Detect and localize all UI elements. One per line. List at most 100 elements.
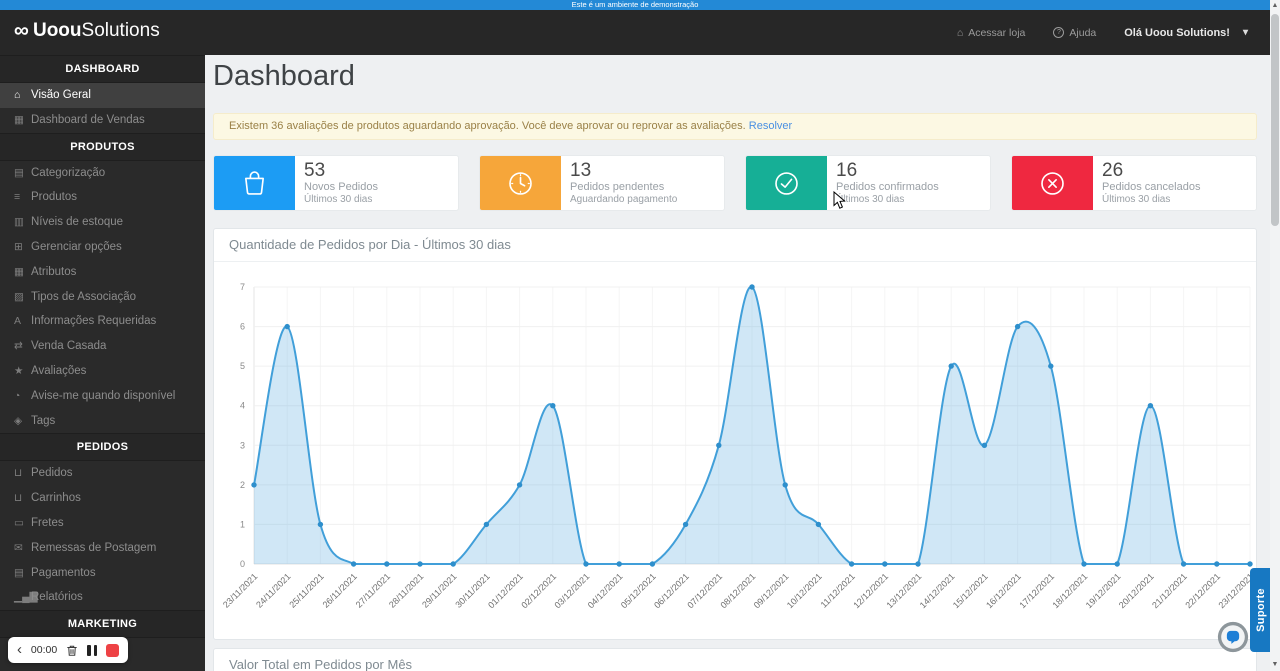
svg-text:23/11/2021: 23/11/2021 <box>221 571 259 609</box>
orders-by-day-title: Quantidade de Pedidos por Dia - Últimos … <box>214 229 1256 262</box>
sidebar-section-produtos: PRODUTOS <box>0 133 205 161</box>
cart-icon: ⊔ <box>14 461 31 486</box>
clock-icon: ◔ <box>14 384 31 409</box>
stat-card-pedidos-pendentes[interactable]: 13Pedidos pendentesAguardando pagamento <box>479 155 725 211</box>
star-icon: ★ <box>14 359 31 384</box>
total-by-month-panel: Valor Total em Pedidos por Mês <box>213 648 1257 671</box>
card-label: Novos Pedidos <box>304 181 378 194</box>
stat-card-novos-pedidos[interactable]: 53Novos PedidosÚltimos 30 dias <box>213 155 459 211</box>
sidebar-item-n-veis-de-estoque[interactable]: ▥Níveis de estoque <box>0 210 205 235</box>
nav-help[interactable]: ? Ajuda <box>1053 27 1096 39</box>
svg-text:4: 4 <box>240 401 245 411</box>
sidebar-item-dashboard-de-vendas[interactable]: ▦Dashboard de Vendas <box>0 108 205 133</box>
sidebar-item-informa-es-requeridas[interactable]: AInformações Requeridas <box>0 309 205 334</box>
total-by-month-title: Valor Total em Pedidos por Mês <box>214 649 1256 671</box>
scroll-up-arrow-icon[interactable]: ▲ <box>1270 1 1280 11</box>
stat-cards-row: 53Novos PedidosÚltimos 30 dias13Pedidos … <box>213 155 1257 211</box>
home-icon: ⌂ <box>957 27 963 39</box>
svg-text:28/11/2021: 28/11/2021 <box>387 571 425 609</box>
shuffle-icon: ⇄ <box>14 334 31 359</box>
chat-widget-button[interactable] <box>1216 620 1250 654</box>
sidebar-item-avalia-es[interactable]: ★Avaliações <box>0 359 205 384</box>
nav-store[interactable]: ⌂Acessar loja <box>957 27 1026 39</box>
sidebar-section-dashboard: DASHBOARD <box>0 55 205 83</box>
nav-user[interactable]: Olá Uoou Solutions! ▾ <box>1124 27 1248 39</box>
sidebar-item-remessas-de-postagem[interactable]: ✉Remessas de Postagem <box>0 536 205 561</box>
chain-link-icon: ∞ <box>14 19 29 42</box>
stop-recording-button[interactable] <box>106 644 119 657</box>
font-icon: A <box>14 309 31 334</box>
brand-logo[interactable]: ∞UoouSolutions <box>14 19 160 43</box>
sidebar-item-fretes[interactable]: ▭Fretes <box>0 511 205 536</box>
resolve-link[interactable]: Resolver <box>749 120 792 132</box>
sidebar-item-carrinhos[interactable]: ⊔Carrinhos <box>0 486 205 511</box>
check-circle-icon <box>746 156 827 210</box>
svg-text:26/11/2021: 26/11/2021 <box>321 571 359 609</box>
recording-time: 00:00 <box>31 644 57 656</box>
orders-by-day-panel: Quantidade de Pedidos por Dia - Últimos … <box>213 228 1257 640</box>
trash-icon <box>66 644 78 657</box>
page-scrollbar[interactable]: ▲ ▼ <box>1270 0 1280 671</box>
alert-text: Existem 36 avaliações de produtos aguard… <box>229 120 746 132</box>
sidebar-item-produtos[interactable]: ≡Produtos <box>0 185 205 210</box>
envelope-icon: ✉ <box>14 536 31 561</box>
demo-banner: Este é um ambiente de demonstração <box>0 0 1270 10</box>
svg-text:7: 7 <box>240 282 245 292</box>
svg-text:0: 0 <box>240 559 245 569</box>
svg-text:2: 2 <box>240 480 245 490</box>
truck-icon: ▭ <box>14 511 31 536</box>
card-value: 53 <box>304 161 378 181</box>
sidebar-section-marketing: MARKETING <box>0 610 205 638</box>
card-sublabel: Últimos 30 dias <box>1102 194 1200 206</box>
delete-recording-button[interactable] <box>66 644 78 657</box>
card-value: 26 <box>1102 161 1200 181</box>
scrollbar-thumb[interactable] <box>1271 14 1279 226</box>
card-value: 13 <box>570 161 677 181</box>
svg-text:1: 1 <box>240 519 245 529</box>
sidebar-item-atributos[interactable]: ▦Atributos <box>0 260 205 285</box>
collapse-recorder-button[interactable]: ‹ <box>17 639 22 661</box>
svg-text:27/11/2021: 27/11/2021 <box>354 571 392 609</box>
orders-by-day-chart: 0123456723/11/202124/11/202125/11/202126… <box>214 264 1258 640</box>
top-bar: ∞UoouSolutions ⌂Acessar loja? Ajuda Olá Uo… <box>0 10 1270 55</box>
sidebar-item-avise-me-quando-dispon-vel[interactable]: ◔Avise-me quando disponível <box>0 384 205 409</box>
main-content: Dashboard Existem 36 avaliações de produ… <box>205 55 1270 671</box>
svg-text:29/11/2021: 29/11/2021 <box>420 571 458 609</box>
shopping-bag-icon <box>214 156 295 210</box>
stat-card-pedidos-confirmados[interactable]: 16Pedidos confirmadosÚltimos 30 dias <box>745 155 991 211</box>
nav-help-label: Ajuda <box>1069 27 1096 39</box>
sidebar-item-vis-o-geral[interactable]: ⌂Visão Geral <box>0 83 205 108</box>
sidebar-item-tipos-de-associa-o[interactable]: ▨Tipos de Associação <box>0 285 205 310</box>
sidebar-item-relat-rios[interactable]: ▁▄▇Relatórios <box>0 585 205 610</box>
card-label: Pedidos confirmados <box>836 181 939 194</box>
sidebar-item-venda-casada[interactable]: ⇄Venda Casada <box>0 334 205 359</box>
caret-down-icon[interactable]: ▾ <box>1243 27 1248 38</box>
scroll-down-arrow-icon[interactable]: ▼ <box>1270 660 1280 670</box>
svg-text:6: 6 <box>240 322 245 332</box>
bar-chart-icon: ▁▄▇ <box>14 585 31 610</box>
sidebar-item-gerenciar-op-es[interactable]: ⊞Gerenciar opções <box>0 235 205 260</box>
sidebar-item-pagamentos[interactable]: ▤Pagamentos <box>0 561 205 586</box>
credit-card-icon: ▤ <box>14 561 31 586</box>
sidebar-item-pedidos[interactable]: ⊔Pedidos <box>0 461 205 486</box>
brand-light: Solutions <box>82 20 160 41</box>
dashboard-icon: ▦ <box>14 108 31 133</box>
support-tab-label: Suporte <box>1255 588 1267 632</box>
top-nav: ⌂Acessar loja? Ajuda Olá Uoou Solutions! ▾ <box>957 10 1248 55</box>
app-window: Este é um ambiente de demonstração ∞Uoou… <box>0 0 1280 671</box>
card-sublabel: Últimos 30 dias <box>836 194 939 206</box>
stat-card-pedidos-cancelados[interactable]: 26Pedidos canceladosÚltimos 30 dias <box>1011 155 1257 211</box>
svg-text:24/11/2021: 24/11/2021 <box>254 571 292 609</box>
pause-recording-button[interactable] <box>87 645 97 656</box>
nav-user-label: Olá Uoou Solutions! <box>1124 27 1230 39</box>
card-value: 16 <box>836 161 939 181</box>
sidebar-section-pedidos: PEDIDOS <box>0 433 205 461</box>
help-icon: ? <box>1053 27 1064 38</box>
sidebar-item-categoriza-o[interactable]: ▤Categorização <box>0 161 205 186</box>
image-icon: ▨ <box>14 285 31 310</box>
stop-icon <box>106 644 119 657</box>
grid-icon: ⊞ <box>14 235 31 260</box>
tag-icon: ◈ <box>14 409 31 434</box>
support-tab[interactable]: Suporte <box>1250 568 1271 652</box>
sidebar-item-tags[interactable]: ◈Tags <box>0 409 205 434</box>
